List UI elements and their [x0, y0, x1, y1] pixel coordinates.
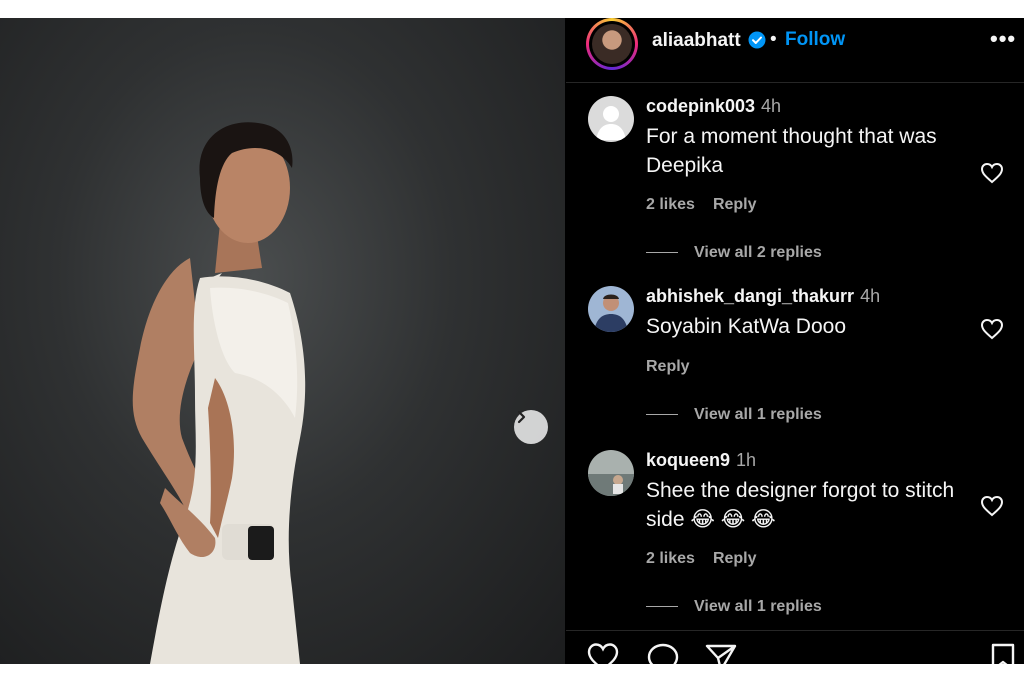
like-icon[interactable] — [586, 642, 620, 664]
view-replies-label: View all 1 replies — [694, 598, 822, 615]
author-username[interactable]: aliaabhatt — [652, 30, 741, 52]
comment-icon[interactable] — [646, 642, 680, 664]
commenter-username[interactable]: koqueen9 — [646, 450, 730, 470]
commenter-username[interactable]: abhishek_dangi_thakurr — [646, 286, 854, 306]
view-replies-button[interactable]: View all 1 replies — [646, 598, 822, 616]
comment-time: 4h — [761, 96, 782, 116]
user-photo-avatar — [588, 286, 634, 332]
view-replies-label: View all 1 replies — [694, 406, 822, 423]
view-replies-button[interactable]: View all 2 replies — [646, 244, 822, 262]
chevron-right-icon — [517, 410, 526, 424]
commenter-avatar[interactable] — [588, 96, 634, 142]
view-replies-label: View all 2 replies — [694, 244, 822, 261]
separator-dot: • — [770, 29, 777, 50]
reply-button[interactable]: Reply — [646, 358, 690, 375]
verified-badge-icon — [748, 31, 766, 49]
default-avatar-icon — [588, 96, 634, 142]
save-bookmark-icon[interactable] — [990, 642, 1016, 664]
post-header: aliaabhatt • Follow ••• — [566, 18, 1024, 83]
more-options-icon[interactable]: ••• — [990, 26, 1016, 52]
action-bar — [566, 642, 1024, 664]
like-heart-icon[interactable] — [980, 318, 1004, 340]
reply-button[interactable]: Reply — [713, 550, 757, 567]
commenter-username[interactable]: codepink003 — [646, 96, 755, 116]
follow-button[interactable]: Follow — [785, 29, 845, 51]
action-bar-divider — [566, 630, 1024, 631]
reply-button[interactable]: Reply — [713, 196, 757, 213]
comment-likes[interactable]: 2 likes — [646, 550, 695, 567]
view-replies-button[interactable]: View all 1 replies — [646, 406, 822, 424]
comments-panel: aliaabhatt • Follow ••• codepink003 4h Fo… — [566, 18, 1024, 664]
commenter-avatar[interactable] — [588, 450, 634, 496]
comment-time: 4h — [860, 286, 881, 306]
comment-likes[interactable]: 2 likes — [646, 196, 695, 213]
like-heart-icon[interactable] — [980, 495, 1004, 517]
like-heart-icon[interactable] — [980, 162, 1004, 184]
post-photo — [0, 18, 565, 664]
comment-text: Shee the designer forgot to stitch side … — [646, 476, 976, 534]
laughing-emoji: 😂 😂 😂 — [690, 508, 776, 531]
share-icon[interactable] — [704, 642, 738, 664]
comment-time: 1h — [736, 450, 757, 470]
commenter-avatar[interactable] — [588, 286, 634, 332]
author-avatar[interactable] — [586, 18, 638, 70]
comment-text: Soyabin KatWa Dooo — [646, 315, 847, 338]
user-photo-avatar — [588, 450, 634, 496]
next-image-button[interactable] — [514, 410, 548, 444]
comment-text: For a moment thought that was Deepika — [646, 125, 937, 177]
post-viewer: aliaabhatt • Follow ••• codepink003 4h Fo… — [0, 18, 1024, 664]
portrait-illustration — [132, 122, 306, 664]
